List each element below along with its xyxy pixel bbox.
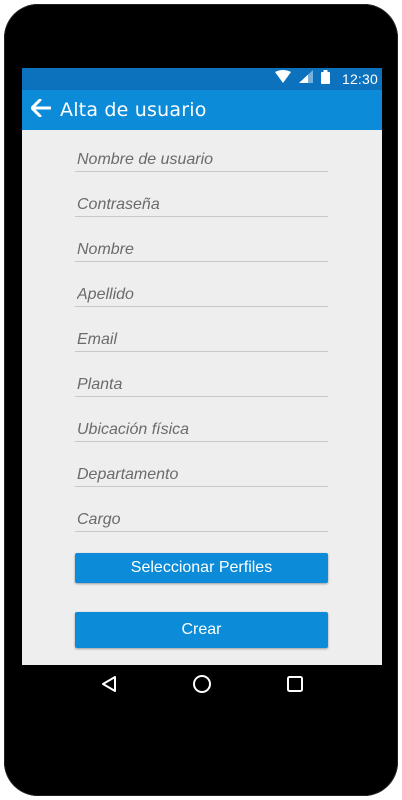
location-input[interactable]: [75, 418, 328, 442]
recents-square-icon: [286, 675, 304, 698]
app-screen: 12:30 Alta de usuario Nombre de usuario …: [22, 68, 382, 665]
position-field-row: [75, 490, 328, 535]
password-field-row: [75, 175, 328, 220]
wifi-icon: [274, 70, 291, 88]
page-title: Alta de usuario: [60, 99, 207, 121]
home-circle-icon: [192, 674, 212, 699]
battery-icon: [320, 69, 330, 89]
nav-recents-button[interactable]: [275, 666, 315, 706]
department-input[interactable]: [75, 463, 328, 487]
status-icons: 12:30: [274, 68, 378, 90]
location-field-row: [75, 400, 328, 445]
arrow-left-icon: [30, 98, 52, 122]
nav-back-button[interactable]: [89, 666, 129, 706]
select-profiles-button[interactable]: Seleccionar Perfiles: [75, 553, 328, 583]
position-input[interactable]: [75, 508, 328, 532]
signal-icon: [298, 70, 313, 88]
first-name-field-row: [75, 220, 328, 265]
username-field-row: [75, 130, 328, 175]
email-input[interactable]: [75, 328, 328, 352]
app-bar: Alta de usuario: [22, 90, 382, 130]
back-triangle-icon: [100, 675, 118, 698]
last-name-field-row: [75, 265, 328, 310]
create-button[interactable]: Crear: [75, 612, 328, 648]
department-field-row: [75, 445, 328, 490]
nav-home-button[interactable]: [182, 666, 222, 706]
status-bar: 12:30: [22, 68, 382, 90]
plant-field-row: [75, 355, 328, 400]
first-name-input[interactable]: [75, 238, 328, 262]
android-nav-bar: [22, 665, 382, 707]
plant-input[interactable]: [75, 373, 328, 397]
status-time: 12:30: [341, 71, 378, 87]
email-field-row: [75, 310, 328, 355]
username-input[interactable]: [75, 148, 328, 172]
password-input[interactable]: [75, 193, 328, 217]
back-button[interactable]: [24, 90, 58, 130]
user-form: [75, 130, 328, 535]
last-name-input[interactable]: [75, 283, 328, 307]
